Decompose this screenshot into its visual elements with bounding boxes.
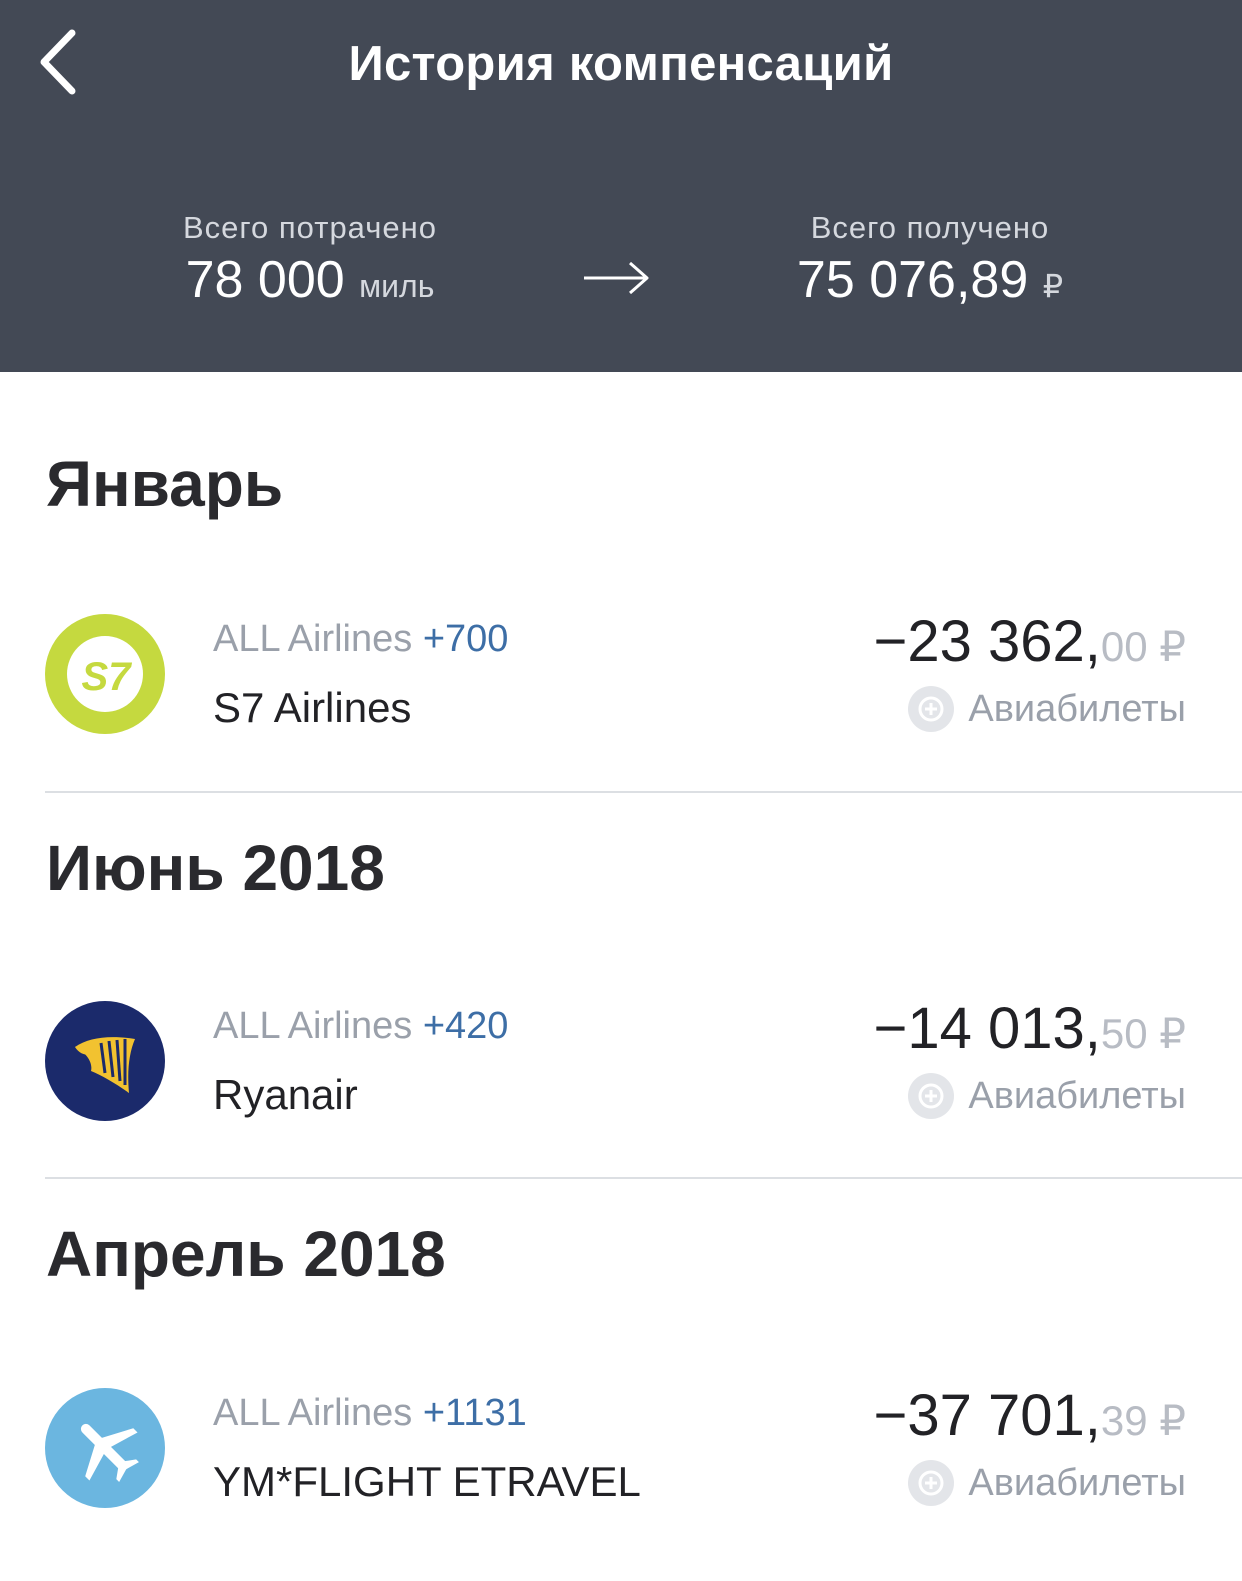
program-name: ALL Airlines: [213, 618, 413, 660]
arrow-right-icon: [582, 258, 652, 303]
category: Авиабилеты: [908, 1460, 1186, 1506]
merchant-name: S7 Airlines: [213, 684, 412, 731]
total-spent-unit: миль: [359, 268, 435, 304]
transaction-row[interactable]: ALL Airlines +420 Ryanair −14 013,50 ₽ А…: [0, 996, 1242, 1171]
merchant-name: Ryanair: [213, 1071, 358, 1118]
total-received-amount: 75 076,89: [796, 251, 1029, 309]
amount-cents: 50 ₽: [1100, 1010, 1186, 1057]
transaction-row[interactable]: S7 ALL Airlines +700 S7 Airlines −23 362…: [0, 609, 1242, 784]
total-received-unit: ₽: [1042, 268, 1064, 304]
category-label: Авиабилеты: [968, 1461, 1186, 1504]
total-spent-value: 78 000 миль: [160, 250, 460, 310]
header: История компенсаций Всего потрачено 78 0…: [0, 0, 1242, 372]
month-heading: Апрель 2018: [46, 1218, 446, 1290]
merchant-name: YM*FLIGHT ETRAVEL: [213, 1458, 641, 1505]
bonus-line: ALL Airlines +1131: [213, 1392, 527, 1435]
plus-circle-icon: [908, 1460, 955, 1506]
program-name: ALL Airlines: [213, 1005, 413, 1047]
category-label: Авиабилеты: [968, 1074, 1186, 1117]
category: Авиабилеты: [908, 686, 1186, 732]
total-received: Всего получено 75 076,89 ₽: [780, 210, 1080, 310]
amount-main: −37 701,: [873, 1383, 1101, 1448]
divider: [45, 791, 1242, 793]
total-spent-amount: 78 000: [185, 251, 345, 309]
divider: [45, 1177, 1242, 1179]
bonus-miles: +1131: [422, 1392, 527, 1434]
ryanair-harp-logo: [45, 1001, 165, 1121]
total-spent: Всего потрачено 78 000 миль: [160, 210, 460, 310]
plus-circle-icon: [908, 1073, 955, 1119]
airplane-icon: [45, 1388, 165, 1508]
amount-main: −23 362,: [873, 609, 1101, 674]
bonus-miles: +420: [422, 1005, 509, 1047]
svg-text:S7: S7: [82, 655, 133, 699]
plus-circle-icon: [908, 686, 955, 732]
amount-cents: 39 ₽: [1100, 1397, 1186, 1444]
category: Авиабилеты: [908, 1073, 1186, 1119]
total-received-value: 75 076,89 ₽: [780, 250, 1080, 310]
transaction-amount: −14 013,50 ₽: [874, 995, 1187, 1062]
transaction-amount: −23 362,00 ₽: [874, 608, 1187, 675]
program-name: ALL Airlines: [213, 1392, 413, 1434]
s7-airlines-logo: S7: [45, 614, 165, 734]
transaction-row[interactable]: ALL Airlines +1131 YM*FLIGHT ETRAVEL −37…: [0, 1383, 1242, 1558]
month-heading: Июнь 2018: [46, 832, 385, 904]
amount-cents: 00 ₽: [1100, 623, 1186, 670]
transaction-amount: −37 701,39 ₽: [874, 1382, 1187, 1449]
month-heading: Январь: [46, 448, 284, 520]
page-title: История компенсаций: [348, 37, 894, 91]
bonus-line: ALL Airlines +420: [213, 1005, 508, 1048]
bonus-miles: +700: [422, 618, 509, 660]
bonus-line: ALL Airlines +700: [213, 618, 508, 661]
category-label: Авиабилеты: [968, 687, 1186, 730]
total-spent-label: Всего потрачено: [183, 210, 437, 245]
amount-main: −14 013,: [873, 996, 1101, 1061]
total-received-label: Всего получено: [810, 210, 1050, 245]
